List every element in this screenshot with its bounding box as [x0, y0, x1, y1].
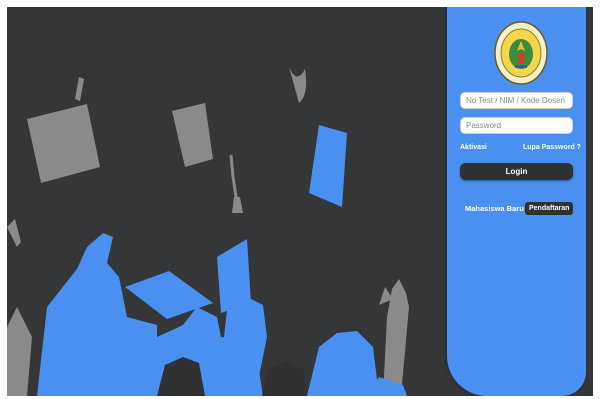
login-page: Aktivasi Lupa Password ? Login Mahasiswa… [7, 7, 593, 396]
registration-button[interactable]: Pendaftaran [525, 202, 574, 215]
aktivasi-link[interactable]: Aktivasi [460, 144, 487, 151]
university-logo-icon [494, 21, 548, 85]
username-field[interactable] [460, 92, 573, 109]
login-button[interactable]: Login [460, 163, 573, 180]
forgot-password-link[interactable]: Lupa Password ? [523, 144, 581, 151]
blue-caps [125, 125, 347, 319]
new-student-label: Mahasiswa Baru ? [465, 204, 531, 213]
password-field[interactable] [460, 117, 573, 134]
